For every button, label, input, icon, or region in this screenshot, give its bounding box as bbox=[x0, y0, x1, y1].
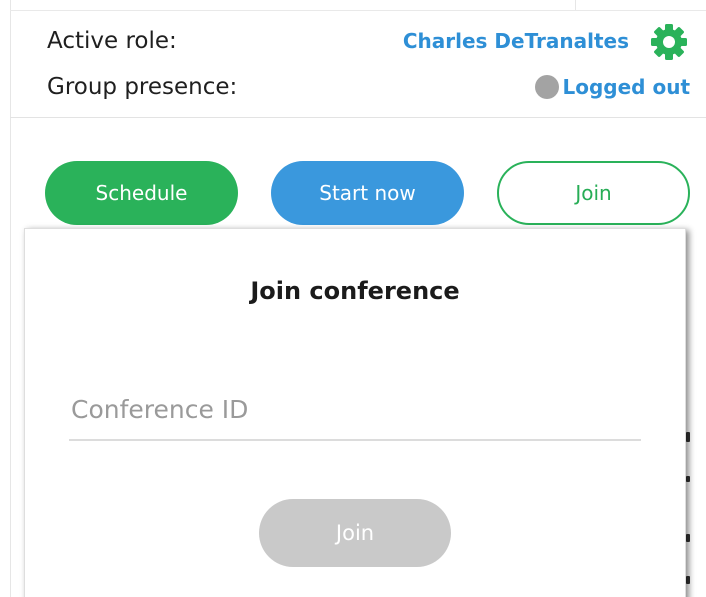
group-presence-label: Group presence: bbox=[47, 74, 238, 100]
background-content-glimpse bbox=[686, 432, 690, 442]
conference-id-input[interactable] bbox=[69, 379, 641, 441]
panel-top-divider bbox=[10, 10, 706, 11]
background-content-glimpse bbox=[686, 476, 690, 482]
schedule-button[interactable]: Schedule bbox=[45, 161, 238, 225]
dialog-join-button[interactable]: Join bbox=[259, 499, 451, 567]
join-button[interactable]: Join bbox=[497, 161, 690, 225]
background-content-glimpse bbox=[686, 534, 690, 542]
start-now-button[interactable]: Start now bbox=[271, 161, 464, 225]
panel-top-notch bbox=[575, 0, 576, 10]
presence-status-dot bbox=[534, 75, 559, 99]
dialog-title: Join conference bbox=[250, 277, 460, 305]
active-role-label: Active role: bbox=[47, 28, 177, 54]
panel-left-border bbox=[10, 0, 11, 597]
background-content-glimpse bbox=[686, 576, 690, 584]
group-presence-status[interactable]: Logged out bbox=[534, 75, 691, 99]
join-conference-dialog: Join conference Join bbox=[24, 228, 686, 597]
header-divider bbox=[10, 117, 706, 118]
group-presence-value[interactable]: Logged out bbox=[563, 75, 691, 99]
conference-panel: Active role: Charles DeTranaltes Group p… bbox=[0, 0, 706, 597]
active-role-value[interactable]: Charles DeTranaltes bbox=[403, 29, 629, 53]
gear-icon[interactable] bbox=[648, 21, 690, 63]
